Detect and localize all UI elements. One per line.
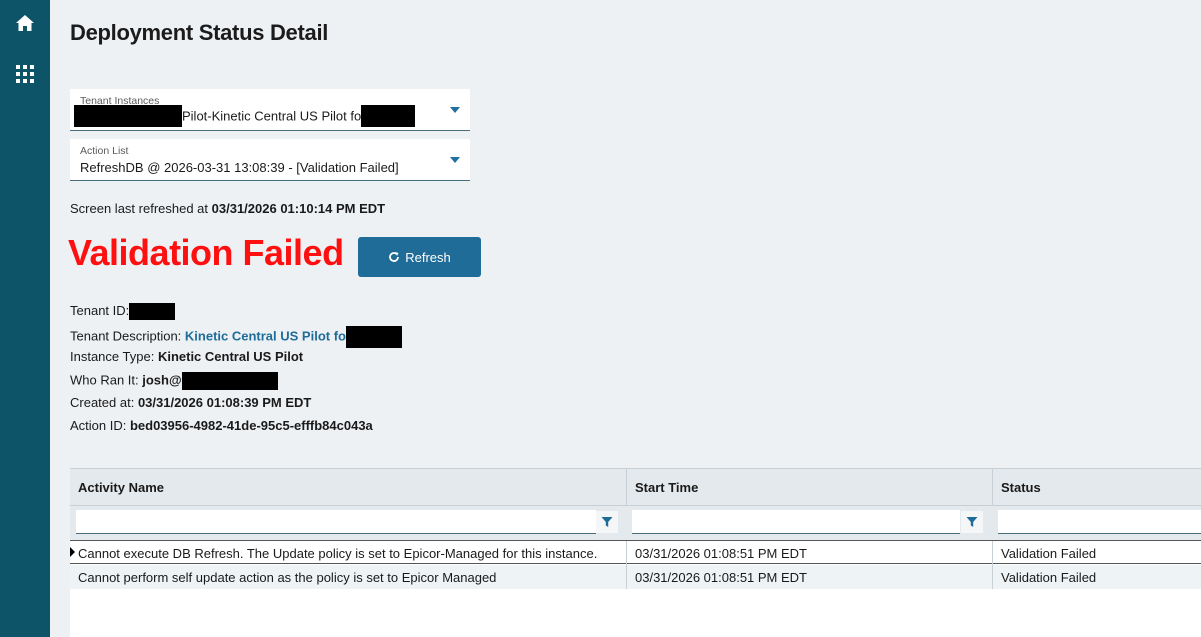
redacted-block xyxy=(181,372,278,390)
who-ran-label: Who Ran It: xyxy=(70,372,143,388)
action-list-dropdown[interactable]: Action List RefreshDB @ 2026-03-31 13:08… xyxy=(70,139,470,181)
instance-type-value: Kinetic Central US Pilot xyxy=(157,349,304,364)
deployment-status: Validation Failed xyxy=(68,232,344,273)
start-time-filter-input[interactable] xyxy=(632,510,960,534)
chevron-down-icon[interactable] xyxy=(450,107,460,113)
redacted-block xyxy=(74,105,182,127)
created-at-line: Created at: 03/31/2026 01:08:39 PM EDT xyxy=(70,395,311,410)
status-cell: Validation Failed xyxy=(992,541,1201,565)
last-refreshed-text: Screen last refreshed at 03/31/2026 01:1… xyxy=(70,201,385,216)
column-header-activity-name[interactable]: Activity Name xyxy=(70,469,626,506)
action-list-value: RefreshDB @ 2026-03-31 13:08:39 - [Valid… xyxy=(80,160,399,175)
table-row[interactable]: Cannot execute DB Refresh. The Update po… xyxy=(70,540,1201,565)
activity-name-cell: Cannot execute DB Refresh. The Update po… xyxy=(78,545,598,561)
who-ran-line: Who Ran It: josh@ xyxy=(70,372,278,390)
action-id-label: Action ID: xyxy=(70,418,130,433)
filter-icon[interactable] xyxy=(596,511,618,533)
tenant-instances-value: Pilot-Kinetic Central US Pilot fo xyxy=(182,108,362,124)
redacted-block xyxy=(345,326,402,348)
action-id-value: bed03956-4982-41de-95c5-efffb84c043a xyxy=(129,418,373,433)
tenant-instances-value-wrap: Pilot-Kinetic Central US Pilot fo xyxy=(74,105,416,127)
refresh-icon xyxy=(389,252,400,262)
start-time-cell: 03/31/2026 01:08:51 PM EDT xyxy=(626,541,992,565)
who-ran-value: josh@ xyxy=(142,372,182,388)
tenant-instances-dropdown[interactable]: Tenant Instances Pilot-Kinetic Central U… xyxy=(70,89,470,131)
page-title: Deployment Status Detail xyxy=(70,20,329,45)
grid-filter-row xyxy=(70,506,1201,540)
activity-name-cell: Cannot perform self update action as the… xyxy=(78,569,497,585)
action-id-line: Action ID: bed03956-4982-41de-95c5-efffb… xyxy=(70,418,373,433)
instance-type-label: Instance Type: xyxy=(70,349,158,364)
tenant-description-line: Tenant Description: Kinetic Central US P… xyxy=(70,326,402,348)
instance-type-line: Instance Type: Kinetic Central US Pilot xyxy=(70,349,303,364)
redacted-block xyxy=(129,303,176,321)
redacted-block xyxy=(361,105,416,127)
tenant-description-link[interactable]: Kinetic Central US Pilot fo xyxy=(185,328,346,343)
tenant-description-label: Tenant Description: xyxy=(70,328,185,344)
tenant-id-line: Tenant ID: xyxy=(70,303,176,321)
filter-icon[interactable] xyxy=(961,511,983,533)
home-icon[interactable] xyxy=(14,12,36,34)
status-cell: Validation Failed xyxy=(992,565,1201,589)
action-list-label: Action List xyxy=(80,145,129,157)
sidebar xyxy=(0,0,50,637)
table-row[interactable]: Cannot perform self update action as the… xyxy=(70,565,1201,589)
created-at-label: Created at: xyxy=(70,395,138,410)
grid-header: Activity Name Start Time Status xyxy=(70,468,1201,506)
status-filter-input[interactable] xyxy=(998,510,1201,534)
refresh-button[interactable]: Refresh xyxy=(358,237,481,277)
last-refreshed-prefix: Screen last refreshed at xyxy=(70,201,212,216)
refresh-button-label: Refresh xyxy=(405,249,451,265)
created-at-value: 03/31/2026 01:08:39 PM EDT xyxy=(137,395,312,410)
apps-grid-icon[interactable] xyxy=(14,63,36,85)
column-header-status[interactable]: Status xyxy=(992,469,1201,506)
tenant-id-label: Tenant ID: xyxy=(70,303,130,318)
last-refreshed-time: 03/31/2026 01:10:14 PM EDT xyxy=(211,201,386,216)
start-time-cell: 03/31/2026 01:08:51 PM EDT xyxy=(626,565,992,589)
activity-name-filter-input[interactable] xyxy=(76,510,596,534)
column-header-start-time[interactable]: Start Time xyxy=(626,469,992,506)
chevron-down-icon[interactable] xyxy=(450,157,460,163)
